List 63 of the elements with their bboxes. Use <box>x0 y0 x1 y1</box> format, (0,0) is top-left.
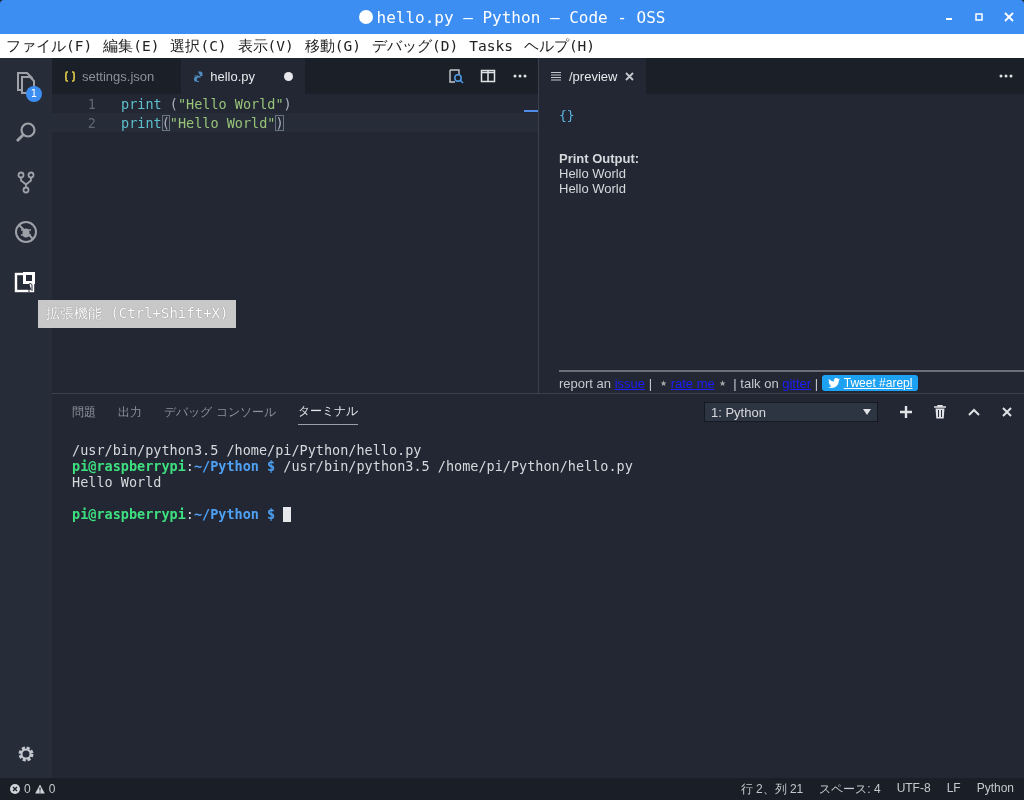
terminal-line: pi@raspberrypi:~/Python $ <box>72 506 276 522</box>
menu-item[interactable]: 表示(V) <box>237 36 294 56</box>
star-icon: ★ <box>718 378 726 388</box>
footer-text: | <box>647 375 653 391</box>
menu-item[interactable]: 選択(C) <box>170 36 227 56</box>
unsaved-dot <box>284 71 294 81</box>
extensions-icon[interactable] <box>14 270 38 294</box>
trash-icon[interactable] <box>934 405 946 419</box>
find-icon[interactable] <box>448 68 464 84</box>
preview-tab[interactable]: /preview <box>539 58 647 94</box>
terminal-line: /usr/bin/python3.5 /home/pi/Python/hello.py <box>72 442 422 458</box>
close-icon[interactable] <box>1002 407 1012 417</box>
output-heading: Print Output: <box>559 151 641 166</box>
split-editor-icon[interactable] <box>480 68 496 84</box>
json-output: {} <box>559 108 576 123</box>
code-line: print ("Hello World") <box>121 95 292 112</box>
editor-tab[interactable]: hello.py <box>181 58 306 94</box>
search-icon[interactable] <box>14 120 38 144</box>
settings-icon[interactable] <box>16 744 36 764</box>
terminal-dropdown[interactable]: 1: Python <box>704 402 878 422</box>
terminal[interactable]: /usr/bin/python3.5 /home/pi/Python/hello.py pi@raspberrypi:~/Python $ /usr/bin/python3.5 /home/pi/Python/hello.py Hello World pi@raspberrypi:~/Python $ <box>52 430 1024 534</box>
bird-icon <box>827 378 840 388</box>
output-line: Hello World <box>559 166 627 181</box>
status-item[interactable]: 行 2、列 21 <box>740 780 804 798</box>
chevron-up-icon[interactable] <box>968 408 980 416</box>
count-badge: 1 <box>26 86 42 102</box>
menu-item[interactable]: デバッグ(D) <box>372 36 459 56</box>
panel-tab[interactable]: ターミナル <box>297 399 358 425</box>
menu-item[interactable]: 移動(G) <box>304 36 361 56</box>
plus-icon[interactable] <box>900 406 912 418</box>
terminal-line: Hello World <box>72 474 162 490</box>
maximize-icon[interactable] <box>974 12 984 22</box>
footer-text: report an <box>559 375 613 391</box>
window-title: hello.py — Python — Code - OSS <box>376 7 666 27</box>
panel-tab[interactable]: 問題 <box>72 399 96 425</box>
footer-text: | talk on <box>732 375 780 391</box>
terminal-line: pi@raspberrypi:~/Python $ /usr/bin/python3.5 /home/pi/Python/hello.py <box>72 458 633 474</box>
menu-item[interactable]: ファイル(F) <box>6 36 93 56</box>
warning-icon <box>34 784 45 794</box>
close-icon[interactable] <box>625 71 635 81</box>
menu-item[interactable]: ヘルプ(H) <box>523 36 596 56</box>
braces-icon <box>64 70 76 82</box>
status-item[interactable]: UTF-8 <box>896 780 931 798</box>
bug-icon[interactable] <box>14 220 38 244</box>
python-icon <box>193 70 205 82</box>
output-line: Hello World <box>559 181 627 196</box>
error-icon <box>10 784 20 794</box>
panel-tab[interactable]: 出力 <box>118 399 142 425</box>
status-item[interactable]: Python <box>976 780 1014 798</box>
line-number: 2 <box>86 114 96 131</box>
menu-item[interactable]: Tasks <box>469 38 513 54</box>
footer-text: | <box>813 375 820 391</box>
line-number: 1 <box>86 95 96 112</box>
lines-icon <box>551 71 561 81</box>
dropdown-arrow-icon <box>863 409 871 415</box>
scroll-marker <box>524 110 538 112</box>
status-item[interactable]: スペース: 4 <box>819 780 881 798</box>
star-icon: ★ <box>659 378 667 388</box>
status-item[interactable]: LF <box>946 780 961 798</box>
panel-tab[interactable]: デバッグ コンソール <box>164 399 276 425</box>
menu-item[interactable]: 編集(E) <box>103 36 160 56</box>
code-line: print("Hello World") <box>121 114 284 131</box>
problems-indicator[interactable]: 0 0 <box>10 782 56 796</box>
